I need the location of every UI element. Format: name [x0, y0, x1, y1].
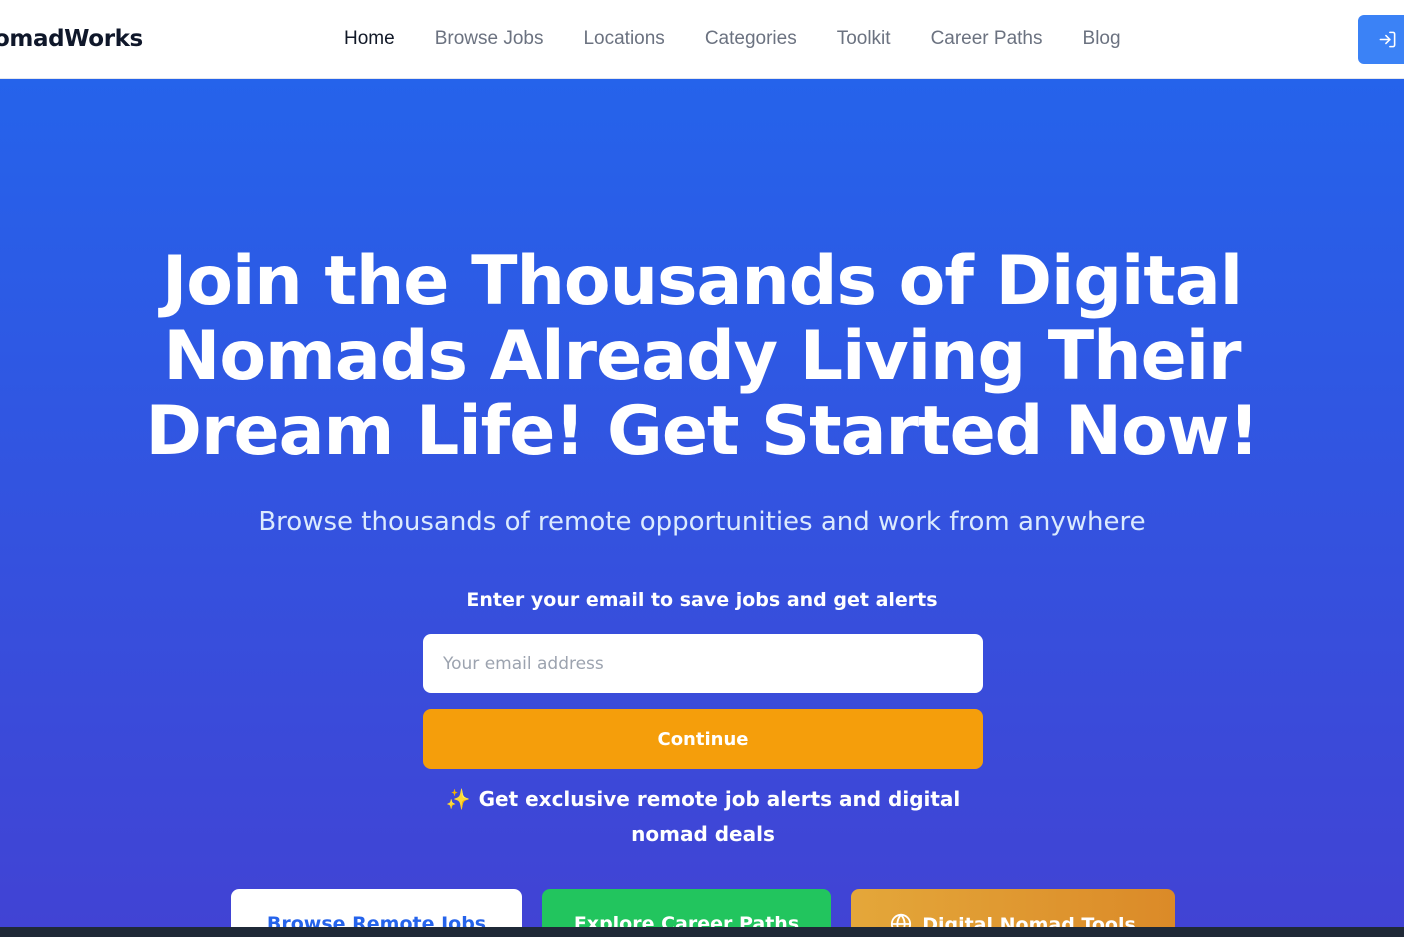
nav-item-career-paths[interactable]: Career Paths [931, 28, 1043, 50]
globe-icon [891, 913, 912, 927]
login-button[interactable] [1358, 15, 1404, 64]
browse-remote-jobs-button[interactable]: Browse Remote Jobs [231, 889, 522, 927]
login-arrow-icon [1379, 31, 1396, 48]
main-nav: Home Browse Jobs Locations Categories To… [344, 28, 1121, 50]
perk-text: Get exclusive remote job alerts and digi… [478, 787, 961, 846]
nav-item-categories[interactable]: Categories [705, 28, 797, 50]
hero-subheadline: Browse thousands of remote opportunities… [258, 507, 1146, 537]
digital-nomad-tools-label: Digital Nomad Tools [922, 914, 1136, 927]
hero-section: Join the Thousands of Digital Nomads Alr… [0, 79, 1404, 927]
nav-item-browse-jobs[interactable]: Browse Jobs [435, 28, 544, 50]
nav-item-locations[interactable]: Locations [583, 28, 664, 50]
explore-career-paths-button[interactable]: Explore Career Paths [542, 889, 831, 927]
bottom-edge-bar [0, 927, 1404, 937]
digital-nomad-tools-button[interactable]: Digital Nomad Tools [851, 889, 1175, 927]
hero-headline-line: Dream Life! Get Started Now! [145, 392, 1260, 471]
brand-logo[interactable]: omadWorks [0, 26, 143, 52]
email-signup-label: Enter your email to save jobs and get al… [466, 589, 938, 611]
hero-headline-line: Nomads Already Living Their [163, 317, 1241, 396]
continue-button[interactable]: Continue [423, 709, 983, 769]
nav-item-home[interactable]: Home [344, 28, 395, 50]
hero-headline-line: Join the Thousands of Digital [161, 242, 1243, 321]
email-input[interactable] [423, 634, 983, 693]
top-navbar: omadWorks Home Browse Jobs Locations Cat… [0, 0, 1404, 79]
hero-headline: Join the Thousands of Digital Nomads Alr… [140, 244, 1264, 469]
sparkles-icon: ✨ [445, 787, 471, 811]
signup-perk-text: ✨ Get exclusive remote job alerts and dig… [420, 782, 986, 852]
nav-item-blog[interactable]: Blog [1083, 28, 1121, 50]
nav-item-toolkit[interactable]: Toolkit [837, 28, 891, 50]
